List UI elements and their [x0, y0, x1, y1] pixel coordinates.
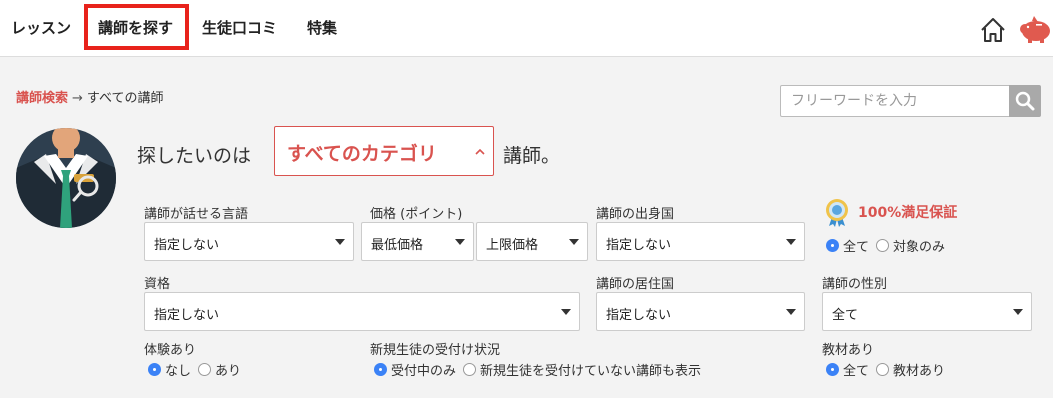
trial-label: 体験あり: [144, 343, 197, 358]
materials-option-all[interactable]: 全て: [843, 360, 869, 379]
materials-radio-with[interactable]: [876, 363, 890, 376]
origin-label: 講師の出身国: [596, 207, 675, 222]
language-label: 講師が話せる言語: [144, 207, 249, 222]
residence-select-value: 指定しない: [606, 308, 672, 323]
qualification-label: 資格: [144, 277, 171, 292]
language-select[interactable]: 指定しない: [144, 222, 354, 261]
residence-label: 講師の居住国: [596, 277, 675, 292]
caret-down-icon: [786, 309, 796, 315]
origin-select[interactable]: 指定しない: [596, 222, 805, 261]
new-students-radio-group: 受付中のみ 新規生徒を受付けていない講師も表示: [374, 360, 708, 379]
breadcrumb-separator: →: [72, 91, 83, 106]
new-students-option-accepting[interactable]: 受付中のみ: [391, 360, 456, 379]
trial-radio-group: なし あり: [148, 360, 248, 379]
caret-down-icon: [786, 239, 796, 245]
gender-select-value: 全て: [832, 308, 859, 323]
nav-highlight-box: [84, 4, 189, 50]
nav-features[interactable]: 特集: [307, 17, 337, 38]
caret-down-icon: [569, 239, 579, 245]
search-icon: [1015, 91, 1035, 111]
qualification-select[interactable]: 指定しない: [144, 292, 580, 331]
price-min-value: 最低価格: [371, 238, 424, 253]
materials-radio-all[interactable]: [826, 363, 839, 376]
caret-down-icon: [335, 239, 345, 245]
trial-radio-none[interactable]: [148, 363, 161, 376]
guarantee-option-all[interactable]: 全て: [843, 236, 869, 255]
nav-lessons[interactable]: レッスン: [11, 17, 71, 38]
caret-down-icon: [455, 239, 465, 245]
guarantee-badge-icon: [826, 199, 848, 227]
price-max-select[interactable]: 上限価格: [476, 222, 588, 261]
caret-down-icon: [1013, 309, 1023, 315]
search-button[interactable]: [1009, 85, 1041, 117]
language-select-value: 指定しない: [154, 238, 220, 253]
price-max-value: 上限価格: [486, 238, 539, 253]
breadcrumb-current: すべての講師: [86, 91, 164, 106]
teacher-avatar-illustration: [16, 128, 116, 228]
top-navigation: レッスン 講師を探す 生徒口コミ 特集: [0, 0, 1053, 57]
caret-down-icon: [561, 309, 571, 315]
chevron-up-icon: [475, 148, 485, 155]
trial-radio-yes[interactable]: [198, 363, 212, 376]
lead-suffix: 講師。: [503, 145, 561, 167]
guarantee-radio-eligible[interactable]: [876, 239, 890, 252]
new-students-radio-show-all[interactable]: [463, 363, 477, 376]
guarantee-label: 100%満足保証: [858, 205, 958, 221]
new-students-label: 新規生徒の受付け状況: [370, 343, 501, 358]
breadcrumb-link-teacher-search[interactable]: 講師検索: [16, 91, 68, 106]
materials-option-with[interactable]: 教材あり: [893, 360, 945, 379]
gender-select[interactable]: 全て: [822, 292, 1032, 331]
price-label: 価格 (ポイント): [370, 207, 463, 222]
piggy-bank-icon[interactable]: [1016, 14, 1053, 44]
home-icon[interactable]: [978, 15, 1008, 45]
satisfaction-guarantee: 100%満足保証: [822, 197, 957, 227]
new-students-option-show-all[interactable]: 新規生徒を受付けていない講師も表示: [480, 360, 701, 379]
breadcrumb: 講師検索 → すべての講師: [16, 87, 164, 106]
materials-radio-group: 全て 教材あり: [826, 360, 952, 379]
materials-label: 教材あり: [822, 343, 875, 358]
guarantee-radio-all[interactable]: [826, 239, 839, 252]
lead-prefix: 探したいのは: [137, 145, 252, 167]
residence-select[interactable]: 指定しない: [596, 292, 805, 331]
guarantee-radio-group: 全て 対象のみ: [826, 236, 952, 255]
trial-option-none[interactable]: なし: [165, 360, 191, 379]
qualification-select-value: 指定しない: [154, 308, 220, 323]
price-min-select[interactable]: 最低価格: [361, 222, 474, 261]
trial-option-yes[interactable]: あり: [215, 360, 241, 379]
gender-label: 講師の性別: [822, 277, 888, 292]
category-select[interactable]: すべてのカテゴリ: [274, 126, 494, 176]
category-select-value: すべてのカテゴリ: [287, 143, 437, 165]
search-input[interactable]: [780, 85, 1010, 117]
new-students-radio-accepting[interactable]: [374, 363, 387, 376]
origin-select-value: 指定しない: [606, 238, 672, 253]
guarantee-option-eligible[interactable]: 対象のみ: [893, 236, 945, 255]
nav-reviews[interactable]: 生徒口コミ: [202, 17, 277, 38]
